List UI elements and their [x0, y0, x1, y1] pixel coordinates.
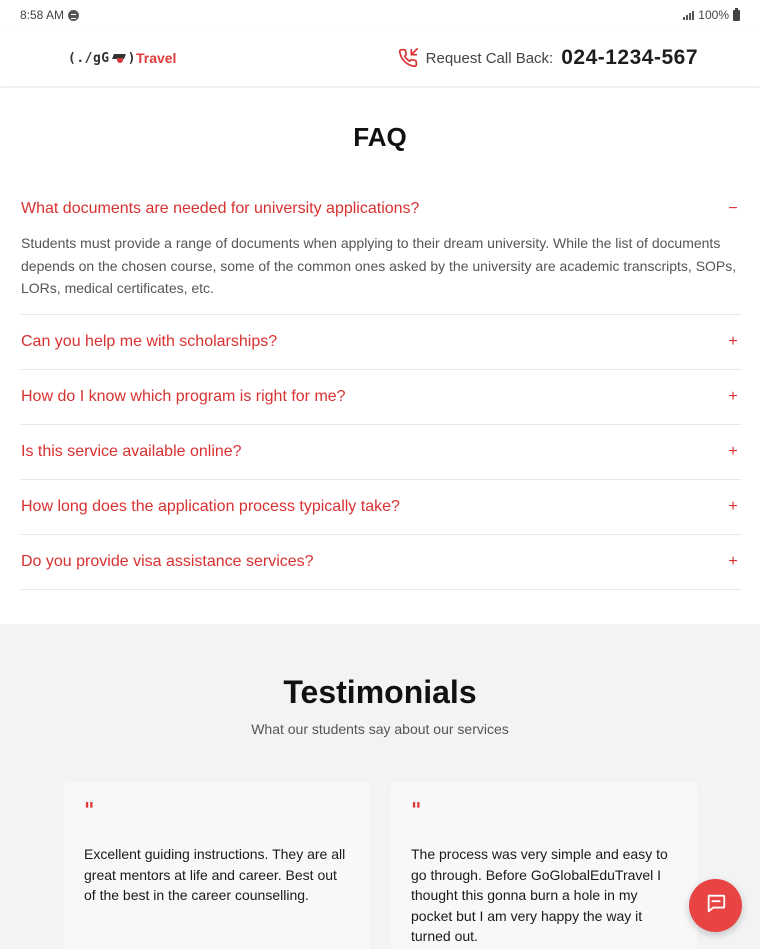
status-time: 8:58 AM [20, 8, 65, 22]
chat-button[interactable] [689, 879, 742, 932]
plus-icon: + [728, 442, 738, 460]
quote-icon: " [411, 798, 422, 822]
plus-icon: + [728, 552, 738, 570]
faq-question: Do you provide visa assistance services? [21, 552, 314, 570]
logo-brand: Travel [135, 50, 177, 66]
testimonial-card: " Excellent guiding instructions. They a… [64, 782, 370, 949]
chat-icon [705, 892, 727, 919]
plus-icon: + [728, 497, 738, 515]
callback-label: Request Call Back: [425, 49, 554, 67]
faq-item: How do I know which program is right for… [21, 370, 741, 425]
faq-question-button[interactable]: Is this service available online? + [21, 425, 741, 479]
testimonial-text: The process was very simple and easy to … [411, 846, 668, 944]
faq-section: FAQ What documents are needed for univer… [0, 88, 760, 624]
faq-question: How long does the application process ty… [21, 497, 400, 515]
site-logo[interactable]: (./gG ) Travel [68, 50, 176, 66]
minus-icon: − [728, 200, 738, 217]
site-header: (./gG ) Travel Request Call Back: 024-12… [0, 30, 760, 86]
faq-question-button[interactable]: What documents are needed for university… [21, 192, 741, 226]
faq-item: Can you help me with scholarships? + [21, 315, 741, 370]
quote-icon: " [84, 798, 95, 822]
faq-title: FAQ [353, 122, 407, 152]
status-right: 100% [683, 7, 740, 22]
logo-prefix: (./gG [68, 50, 110, 66]
faq-list: What documents are needed for university… [21, 192, 741, 590]
faq-question: What documents are needed for university… [21, 200, 420, 217]
faq-question-button[interactable]: Do you provide visa assistance services?… [21, 535, 741, 589]
graduation-cap-icon [112, 53, 126, 63]
testimonials-subtitle: What our students say about our services [251, 721, 509, 737]
battery-icon [733, 7, 740, 21]
testimonial-card: " The process was very simple and easy t… [391, 782, 697, 949]
faq-item: What documents are needed for university… [21, 192, 741, 315]
faq-question-button[interactable]: Can you help me with scholarships? + [21, 315, 741, 369]
faq-question-button[interactable]: How do I know which program is right for… [21, 370, 741, 424]
faq-item: Do you provide visa assistance services?… [21, 535, 741, 590]
faq-question: Can you help me with scholarships? [21, 332, 278, 350]
faq-question-button[interactable]: How long does the application process ty… [21, 480, 741, 534]
faq-item: How long does the application process ty… [21, 480, 741, 535]
logo-suffix: ) [127, 50, 136, 66]
status-left: 8:58 AM [20, 8, 80, 22]
status-bar: 8:58 AM 100% [0, 0, 760, 30]
battery-level: 100% [698, 8, 729, 22]
plus-icon: + [728, 332, 738, 350]
plus-icon: + [728, 387, 738, 405]
callback-number[interactable]: 024-1234-567 [561, 46, 698, 70]
testimonials-section: Testimonials What our students say about… [0, 624, 760, 949]
request-callback[interactable]: Request Call Back: 024-1234-567 [398, 46, 698, 70]
phone-callback-icon [398, 48, 418, 68]
message-icon [68, 9, 80, 21]
faq-question: Is this service available online? [21, 442, 242, 460]
faq-answer: Students must provide a range of documen… [21, 235, 737, 296]
signal-icon [683, 10, 695, 20]
testimonials-title: Testimonials [283, 674, 477, 710]
testimonial-text: Excellent guiding instructions. They are… [84, 846, 346, 903]
faq-item: Is this service available online? + [21, 425, 741, 480]
faq-question: How do I know which program is right for… [21, 387, 346, 405]
